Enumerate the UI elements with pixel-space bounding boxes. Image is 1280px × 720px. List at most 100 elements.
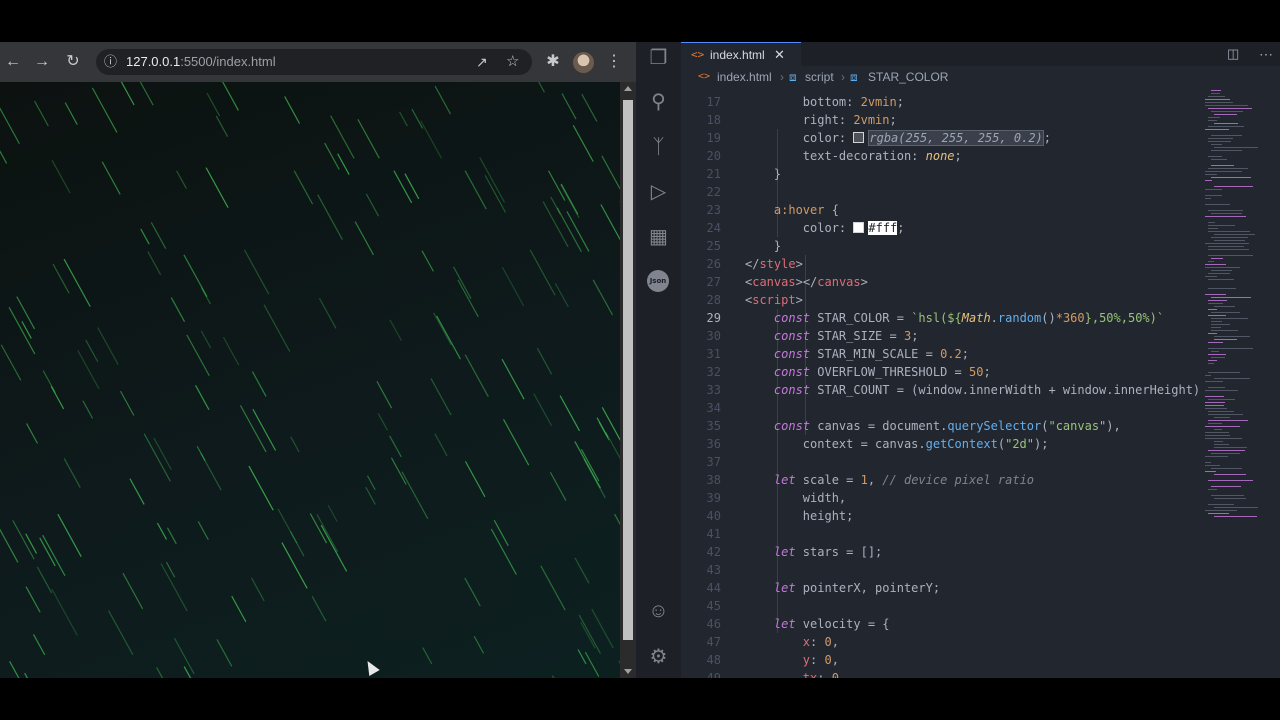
breadcrumb-symbol[interactable]: STAR_COLOR xyxy=(868,66,948,88)
minimap-line xyxy=(1208,315,1226,316)
close-icon[interactable]: ✕ xyxy=(774,43,785,67)
minimap-line xyxy=(1205,195,1222,196)
star-streak xyxy=(85,339,99,363)
star-icon[interactable]: ☆ xyxy=(506,49,519,75)
star-streak xyxy=(501,358,525,400)
page-canvas[interactable] xyxy=(0,82,620,678)
breadcrumb-file[interactable]: index.html xyxy=(717,66,772,88)
minimap-line xyxy=(1208,348,1253,349)
minimap-line xyxy=(1205,216,1246,217)
code-line: 28 <script> xyxy=(681,291,1201,309)
forward-arrow-icon[interactable]: → xyxy=(30,50,54,74)
explorer-icon[interactable]: ❐ xyxy=(646,46,671,71)
star-streak xyxy=(376,380,393,409)
tab-index-html[interactable]: <> index.html ✕ xyxy=(681,42,801,67)
code-area[interactable]: 17 bottom: 2vmin; 18 right: 2vmin; 19 colo… xyxy=(681,90,1201,678)
star-streak xyxy=(139,82,154,106)
code-token: > xyxy=(795,257,803,271)
minimap-line xyxy=(1208,156,1222,157)
minimap-line xyxy=(1214,234,1255,235)
star-streak xyxy=(574,557,590,584)
star-streak xyxy=(252,408,277,451)
star-streak xyxy=(63,458,81,488)
code-text: const OVERFLOW_THRESHOLD = 50; xyxy=(745,363,991,381)
code-token: ; xyxy=(889,113,897,127)
star-streak xyxy=(206,92,221,117)
extensions-icon[interactable]: ▦ xyxy=(646,225,671,250)
minimap-line xyxy=(1208,96,1225,97)
minimap-line xyxy=(1205,456,1228,457)
more-icon[interactable]: ⋮ xyxy=(602,50,626,74)
minimap-line xyxy=(1208,333,1217,334)
minimap-line xyxy=(1211,90,1221,91)
star-streak xyxy=(42,534,66,577)
json-icon[interactable]: Json xyxy=(647,270,669,292)
code-line: 29 const STAR_COLOR = `hsl(${Math.random… xyxy=(681,309,1201,327)
url-host: 127.0.0.1 xyxy=(126,54,181,69)
star-streak xyxy=(156,522,167,540)
page-scrollbar[interactable] xyxy=(620,82,636,678)
star-streak xyxy=(119,390,135,416)
run-debug-icon[interactable]: ▷ xyxy=(646,180,671,205)
minimap-line xyxy=(1208,303,1223,304)
extensions-icon[interactable]: ✱ xyxy=(541,50,565,74)
account-icon[interactable]: ☺ xyxy=(646,599,671,624)
minimap-line xyxy=(1211,351,1219,352)
code-token: canvas xyxy=(752,275,796,289)
minimap-line xyxy=(1211,165,1234,166)
star-streak xyxy=(166,527,177,545)
star-streak xyxy=(200,330,212,349)
source-control-icon[interactable]: ᛉ xyxy=(646,135,671,160)
scroll-thumb[interactable] xyxy=(623,100,633,640)
reload-icon[interactable]: ↻ xyxy=(61,50,85,74)
star-streak xyxy=(263,304,291,352)
line-number: 27 xyxy=(706,275,721,289)
line-number: 32 xyxy=(706,365,721,379)
star-streak xyxy=(39,537,56,567)
minimap[interactable] xyxy=(1201,88,1265,678)
editor-scrollbar[interactable] xyxy=(1266,88,1280,678)
search-icon[interactable]: ⚲ xyxy=(646,90,671,115)
code-token: OVERFLOW_THRESHOLD = xyxy=(810,365,969,379)
breadcrumb-script[interactable]: script xyxy=(805,66,834,88)
code-token: context = canvas. xyxy=(745,437,926,451)
code-editor-window: ❐ ⚲ ᛉ ▷ ▦ Json ☺ ⚙ <> index.html ✕ ◫ ⋯ <… xyxy=(636,42,1280,678)
star-streak xyxy=(580,448,600,482)
tab-label: index.html xyxy=(710,48,765,62)
code-token: x xyxy=(745,635,811,649)
scroll-up-icon[interactable] xyxy=(624,86,632,91)
avatar[interactable] xyxy=(573,52,594,73)
gear-icon[interactable]: ⚙ xyxy=(646,645,671,670)
minimap-line xyxy=(1208,372,1240,373)
line-number: 34 xyxy=(706,401,721,415)
code-line: 45 xyxy=(681,597,1201,615)
more-actions-icon[interactable]: ⋯ xyxy=(1259,42,1273,66)
minimap-line xyxy=(1214,429,1222,430)
url-text[interactable]: 127.0.0.1:5500/index.html xyxy=(126,49,276,75)
code-line: 31 const STAR_MIN_SCALE = 0.2; xyxy=(681,345,1201,363)
split-editor-icon[interactable]: ◫ xyxy=(1227,42,1239,66)
code-text: let velocity = { xyxy=(745,615,890,633)
code-text: bottom: 2vmin; xyxy=(745,93,904,111)
star-streak xyxy=(377,413,388,431)
code-text: const canvas = document.querySelector("c… xyxy=(745,417,1121,435)
minimap-line xyxy=(1211,453,1240,454)
share-icon[interactable]: ↗ xyxy=(476,49,488,75)
color-swatch-icon[interactable] xyxy=(853,132,865,143)
star-streak xyxy=(601,407,620,441)
code-text: right: 2vmin; xyxy=(745,111,897,129)
minimap-line xyxy=(1208,309,1217,310)
minimap-line xyxy=(1214,336,1250,337)
minimap-line xyxy=(1208,120,1217,121)
scroll-down-icon[interactable] xyxy=(624,669,632,674)
info-icon[interactable]: ⓘ xyxy=(104,49,117,75)
minimap-line xyxy=(1208,126,1244,127)
star-streak xyxy=(97,327,119,365)
back-arrow-icon[interactable]: ← xyxy=(1,50,25,74)
address-bar[interactable]: ⓘ 127.0.0.1:5500/index.html ↗ ☆ xyxy=(96,49,532,75)
code-text: color: #fff; xyxy=(745,219,905,237)
code-token: , xyxy=(831,635,839,649)
star-streak xyxy=(248,465,274,511)
star-streak xyxy=(0,150,8,164)
color-swatch-icon[interactable] xyxy=(853,222,865,233)
